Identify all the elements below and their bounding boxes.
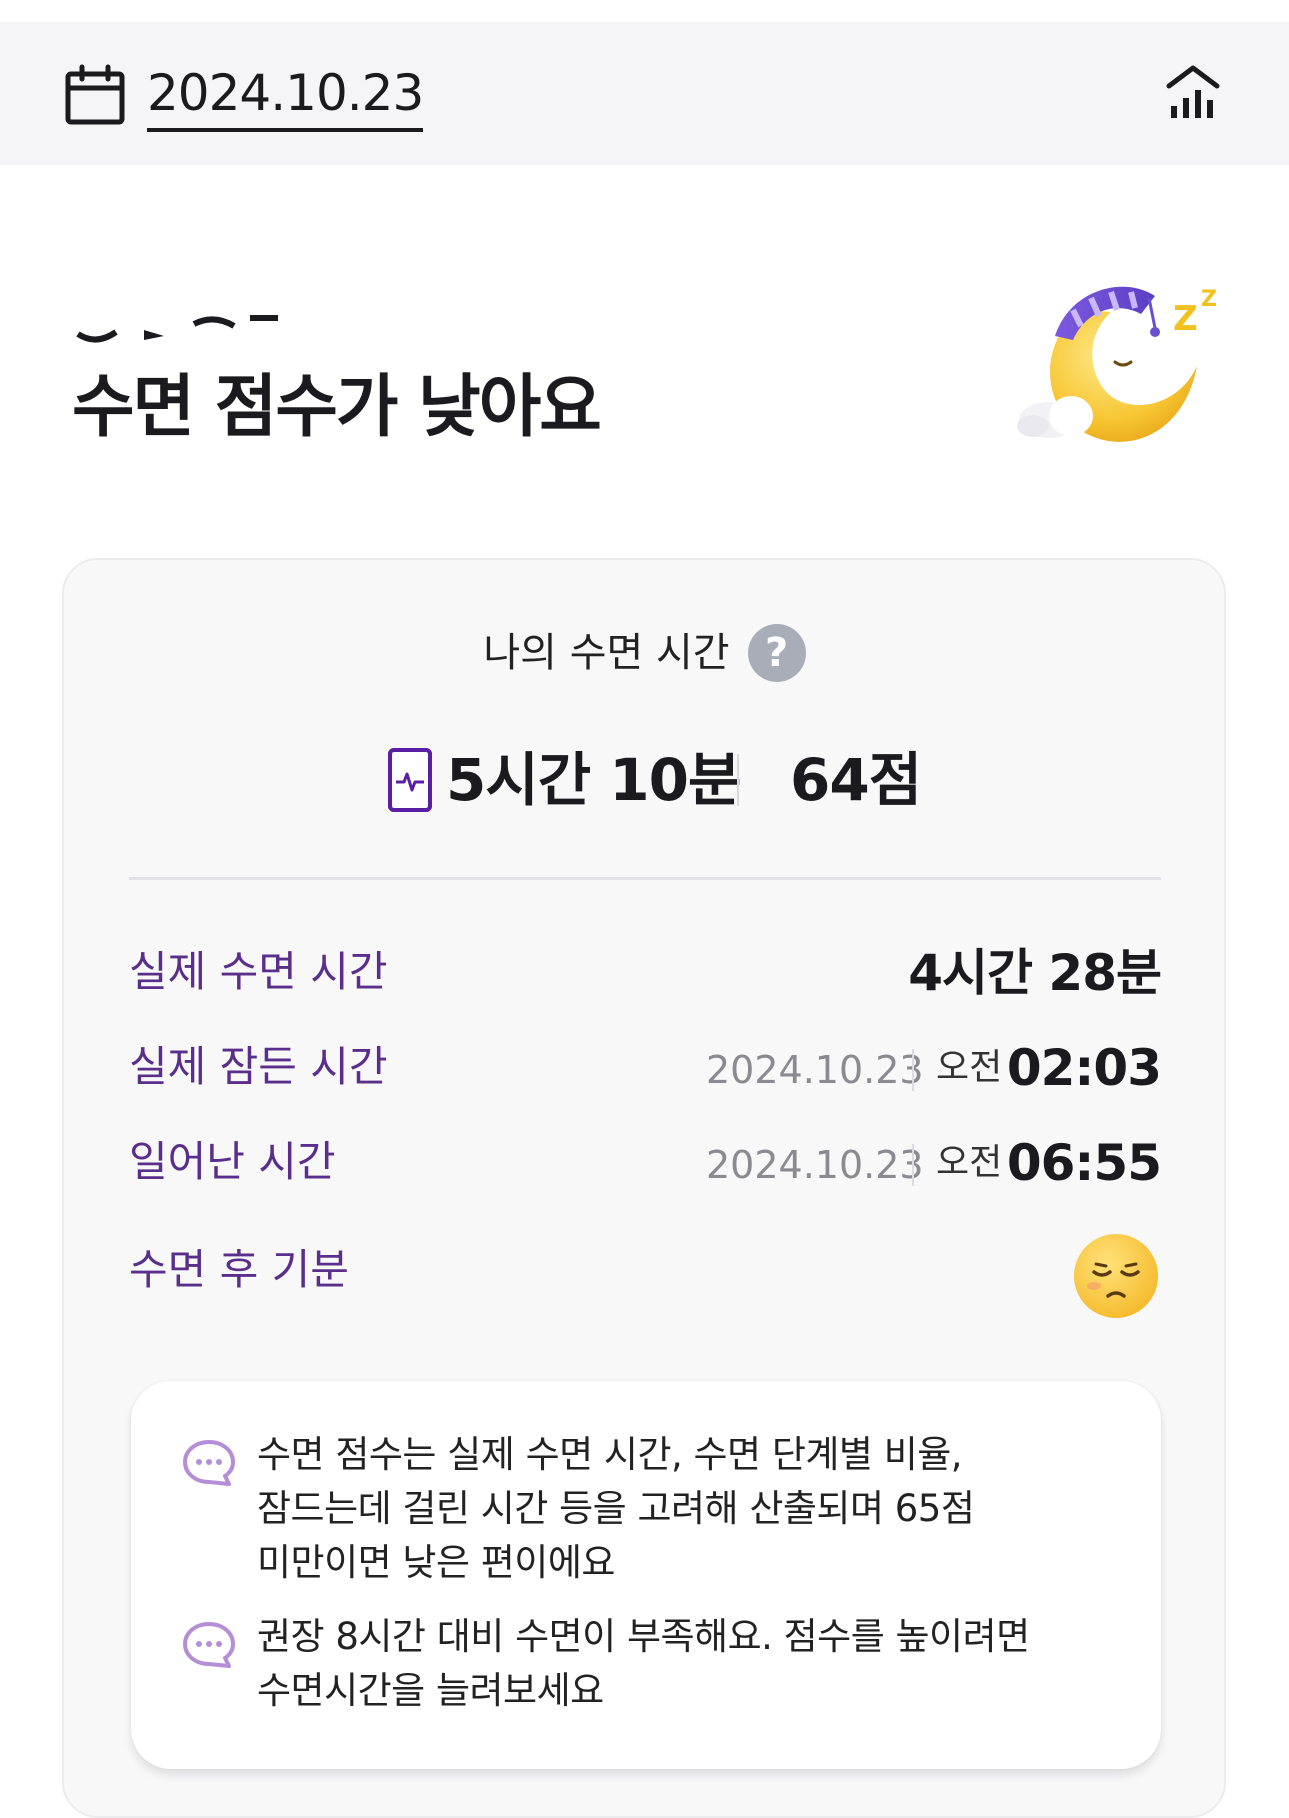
card-title: 나의 수면 시간 (483, 630, 730, 676)
page-headline: 수면 점수가 낮아요 (72, 368, 602, 447)
date-selector[interactable]: 2024.10.23 (147, 64, 424, 132)
chat-bubble-icon (183, 1440, 235, 1486)
summary-divider (737, 754, 739, 806)
fell-asleep-ampm: 오전 (936, 1047, 1003, 1088)
sleeping-moon-illustration: Z Z (1017, 286, 1217, 442)
actual-sleep-value: 4시간 28분 (908, 944, 1162, 1002)
fell-asleep-date: 2024.10.23 (706, 1048, 924, 1092)
sleep-score: 64점 (790, 746, 922, 814)
svg-text:Z: Z (1173, 299, 1198, 339)
fell-asleep-separator (912, 1049, 914, 1091)
help-icon[interactable]: ? (747, 624, 806, 682)
woke-up-time: 06:55 (1006, 1134, 1162, 1192)
mood-label: 수면 후 기분 (129, 1245, 349, 1294)
woke-up-ampm: 오전 (936, 1142, 1003, 1183)
tip-text: 수면 점수는 실제 수면 시간, 수면 단계별 비율, 잠드는데 걸린 시간 등… (257, 1433, 975, 1584)
woke-up-label: 일어난 시간 (129, 1137, 336, 1186)
actual-sleep-label: 실제 수면 시간 (129, 947, 388, 996)
card-title-row: 나의 수면 시간? (0, 623, 1289, 682)
phone-heartbeat-icon (388, 748, 432, 812)
fell-asleep-time: 02:03 (1006, 1039, 1162, 1097)
tired-face-icon[interactable] (1072, 1232, 1160, 1320)
bar-chart-icon[interactable] (1163, 60, 1223, 122)
status-area (0, 0, 1289, 22)
fell-asleep-label: 실제 잠든 시간 (129, 1042, 388, 1091)
partial-text-fragment (76, 315, 278, 343)
chat-bubble-icon (183, 1622, 235, 1668)
tip-text: 권장 8시간 대비 수면이 부족해요. 점수를 높이려면 수면시간을 늘려보세요 (257, 1615, 1030, 1712)
tips-panel: 수면 점수는 실제 수면 시간, 수면 단계별 비율, 잠드는데 걸린 시간 등… (131, 1381, 1161, 1769)
calendar-icon[interactable] (64, 64, 126, 126)
card-divider (129, 877, 1161, 880)
total-sleep-duration: 5시간 10분 (446, 746, 741, 814)
svg-text:Z: Z (1201, 287, 1217, 312)
woke-up-date: 2024.10.23 (706, 1143, 924, 1187)
summary-row: 5시간 10분 64점 (388, 740, 948, 820)
woke-up-separator (912, 1144, 914, 1186)
